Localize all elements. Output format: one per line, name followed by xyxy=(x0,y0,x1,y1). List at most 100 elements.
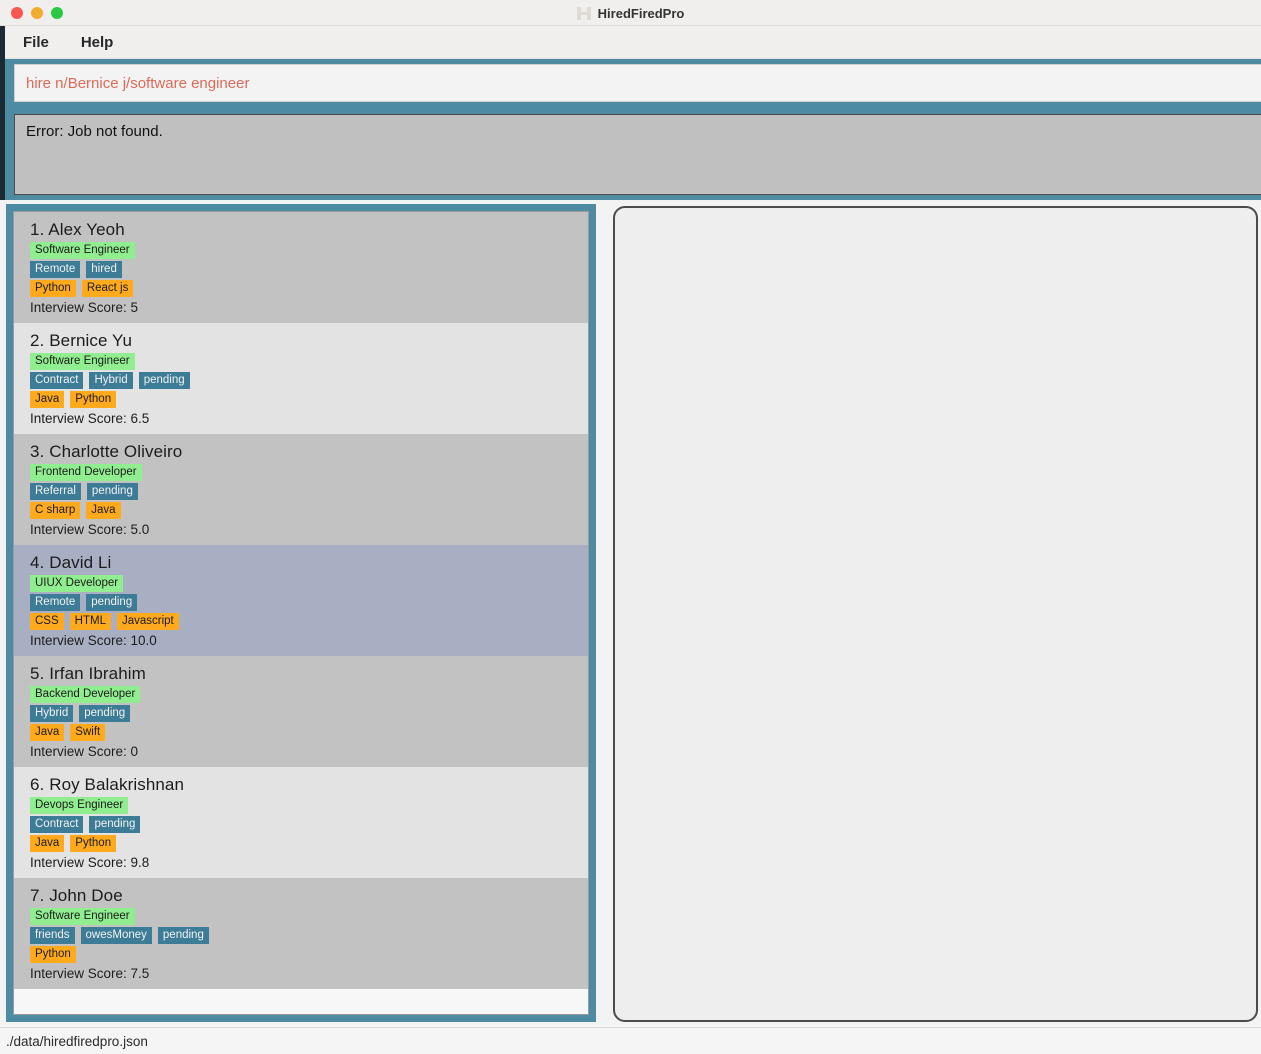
application-window: HiredFiredPro File Help hire n/Bernice j… xyxy=(0,0,1261,1054)
job-tag: UIUX Developer xyxy=(30,575,124,592)
person-list[interactable]: 1. Alex Yeoh Software Engineer Remote hired… xyxy=(13,211,589,1015)
menu-bar: File Help xyxy=(0,26,1261,59)
interview-score: Interview Score: 10.0 xyxy=(30,633,157,648)
window-controls xyxy=(11,6,63,19)
command-input[interactable]: hire n/Bernice j/software engineer xyxy=(14,64,1261,102)
meta-tag: Remote xyxy=(30,261,81,278)
title-center-group: HiredFiredPro xyxy=(0,0,1261,26)
meta-tag: Hybrid xyxy=(30,705,74,722)
menu-item-help[interactable]: Help xyxy=(70,30,125,55)
skill-tag: Java xyxy=(30,724,65,741)
interview-score: Interview Score: 0 xyxy=(30,744,139,759)
job-tag: Devops Engineer xyxy=(30,797,129,814)
meta-tag: pending xyxy=(89,816,141,833)
skill-tag-row: CSS HTML Javascript xyxy=(30,613,588,630)
person-card[interactable]: 1. Alex Yeoh Software Engineer Remote hired… xyxy=(14,212,588,323)
meta-tag-row: Referral pending xyxy=(30,483,588,500)
skill-tag-row: Python React js xyxy=(30,280,588,297)
status-bar-path: ./data/hiredfiredpro.json xyxy=(6,1033,148,1049)
result-box-container: Error: Job not found. xyxy=(5,105,1261,200)
meta-tag-row: Contract Hybrid pending xyxy=(30,372,588,389)
interview-score: Interview Score: 5 xyxy=(30,300,139,315)
job-tag: Software Engineer xyxy=(30,908,135,925)
meta-tag-row: Remote hired xyxy=(30,261,588,278)
meta-tag: Contract xyxy=(30,816,84,833)
person-list-panel: 1. Alex Yeoh Software Engineer Remote hired… xyxy=(6,204,596,1022)
result-display: Error: Job not found. xyxy=(14,114,1261,195)
skill-tag: Python xyxy=(30,280,76,297)
meta-tag: pending xyxy=(157,927,209,944)
interview-score: Interview Score: 5.0 xyxy=(30,522,150,537)
job-tag-row: Software Engineer xyxy=(30,908,588,925)
result-message: Error: Job not found. xyxy=(26,123,163,140)
person-card[interactable]: 4. David Li UIUX Developer Remote pending CS… xyxy=(14,545,588,656)
person-name: 5. Irfan Ibrahim xyxy=(30,664,146,683)
window-title: HiredFiredPro xyxy=(597,5,685,21)
skill-tag: Python xyxy=(30,946,76,963)
app-logo-icon xyxy=(576,6,591,20)
meta-tag: pending xyxy=(86,483,138,500)
person-card[interactable]: 7. John Doe Software Engineer friends owesM… xyxy=(14,878,588,989)
command-input-value: hire n/Bernice j/software engineer xyxy=(26,74,250,92)
skill-tag: HTML xyxy=(69,613,111,630)
job-tag: Frontend Developer xyxy=(30,464,142,481)
person-name: 7. John Doe xyxy=(30,886,123,905)
title-bar: HiredFiredPro xyxy=(0,0,1261,26)
meta-tag-row: Remote pending xyxy=(30,594,588,611)
maximize-button[interactable] xyxy=(51,6,63,19)
meta-tag-row: friends owesMoney pending xyxy=(30,927,588,944)
command-box-container: hire n/Bernice j/software engineer xyxy=(5,59,1261,105)
person-name: 1. Alex Yeoh xyxy=(30,220,125,239)
meta-tag: Remote xyxy=(30,594,81,611)
interview-score: Interview Score: 7.5 xyxy=(30,966,150,981)
meta-tag: Contract xyxy=(30,372,84,389)
job-tag: Software Engineer xyxy=(30,353,135,370)
skill-tag: Javascript xyxy=(116,613,179,630)
person-detail-panel[interactable] xyxy=(613,206,1258,1022)
skill-tag: Java xyxy=(86,502,121,519)
meta-tag: Referral xyxy=(30,483,81,500)
meta-tag: owesMoney xyxy=(80,927,152,944)
menu-item-file[interactable]: File xyxy=(12,30,60,55)
person-card[interactable]: 5. Irfan Ibrahim Backend Developer Hybrid p… xyxy=(14,656,588,767)
minimize-button[interactable] xyxy=(31,6,43,19)
person-card[interactable]: 3. Charlotte Oliveiro Frontend Developer R… xyxy=(14,434,588,545)
job-tag-row: Devops Engineer xyxy=(30,797,588,814)
status-bar: ./data/hiredfiredpro.json xyxy=(0,1027,1261,1054)
job-tag-row: Software Engineer xyxy=(30,242,588,259)
skill-tag: C sharp xyxy=(30,502,81,519)
person-name: 4. David Li xyxy=(30,553,112,572)
person-card[interactable]: 2. Bernice Yu Software Engineer Contract Hy… xyxy=(14,323,588,434)
job-tag-row: Frontend Developer xyxy=(30,464,588,481)
person-card[interactable]: 6. Roy Balakrishnan Devops Engineer Contra… xyxy=(14,767,588,878)
close-button[interactable] xyxy=(11,6,23,19)
skill-tag-row: Java Python xyxy=(30,391,588,408)
person-name: 2. Bernice Yu xyxy=(30,331,133,350)
job-tag: Software Engineer xyxy=(30,242,135,259)
person-name: 3. Charlotte Oliveiro xyxy=(30,442,183,461)
meta-tag: pending xyxy=(86,594,138,611)
skill-tag-row: Python xyxy=(30,946,588,963)
skill-tag-row: Java Python xyxy=(30,835,588,852)
skill-tag: Java xyxy=(30,391,65,408)
skill-tag: CSS xyxy=(30,613,64,630)
meta-tag-row: Contract pending xyxy=(30,816,588,833)
skill-tag-row: Java Swift xyxy=(30,724,588,741)
skill-tag-row: C sharp Java xyxy=(30,502,588,519)
skill-tag: Python xyxy=(70,391,117,408)
meta-tag: pending xyxy=(79,705,131,722)
job-tag-row: UIUX Developer xyxy=(30,575,588,592)
job-tag: Backend Developer xyxy=(30,686,141,703)
meta-tag: pending xyxy=(138,372,190,389)
skill-tag: Python xyxy=(70,835,117,852)
meta-tag-row: Hybrid pending xyxy=(30,705,588,722)
skill-tag: Swift xyxy=(70,724,106,741)
skill-tag: Java xyxy=(30,835,65,852)
meta-tag: hired xyxy=(86,261,122,278)
job-tag-row: Software Engineer xyxy=(30,353,588,370)
job-tag-row: Backend Developer xyxy=(30,686,588,703)
interview-score: Interview Score: 6.5 xyxy=(30,411,150,426)
meta-tag: Hybrid xyxy=(89,372,133,389)
person-name: 6. Roy Balakrishnan xyxy=(30,775,185,794)
interview-score: Interview Score: 9.8 xyxy=(30,855,150,870)
